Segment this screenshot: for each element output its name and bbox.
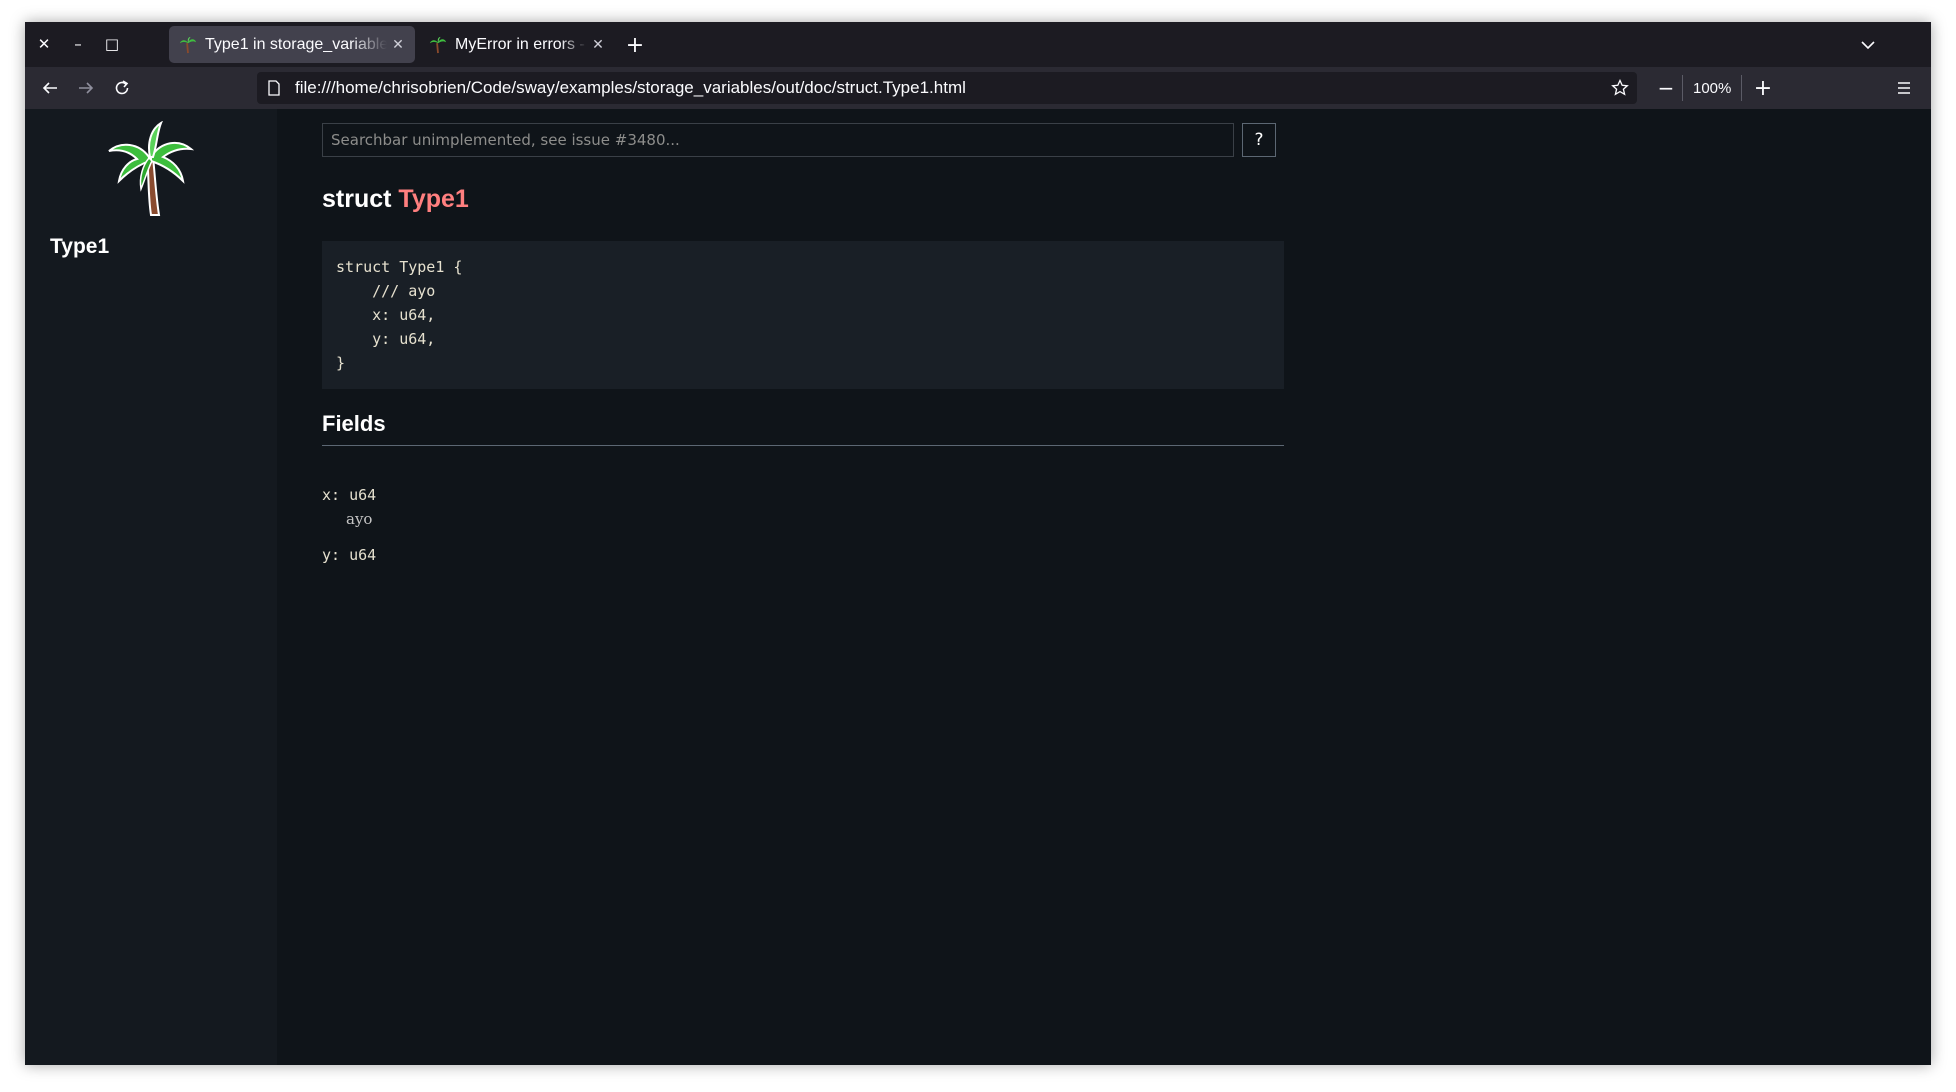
help-button[interactable]: ? bbox=[1242, 123, 1276, 157]
page-content: Type1 ? struct Type1 struct Type1 { /// … bbox=[25, 109, 1931, 1065]
field-y: y: u64 bbox=[322, 546, 377, 564]
navigation-toolbar: file:///home/chrisobrien/Code/sway/examp… bbox=[25, 67, 1931, 109]
maximize-icon: □ bbox=[104, 35, 120, 53]
close-icon: ✕ bbox=[37, 35, 51, 53]
tab-type1[interactable]: Type1 in storage_variables - Sway ✕ bbox=[169, 26, 415, 63]
plus-icon: + bbox=[1753, 75, 1773, 101]
code-line: } bbox=[336, 354, 346, 372]
search-row: ? bbox=[322, 123, 1284, 157]
arrow-right-icon bbox=[79, 82, 94, 94]
reload-icon bbox=[115, 80, 129, 95]
new-tab-button[interactable]: + bbox=[622, 32, 648, 58]
tab-title: Type1 in storage_variables - Sway bbox=[205, 35, 387, 53]
palm-tree-icon bbox=[108, 121, 195, 216]
plus-icon: + bbox=[625, 32, 645, 58]
browser-window: ✕ – □ Type1 in storage_variables - Sway … bbox=[25, 22, 1931, 1065]
hamburger-menu-icon bbox=[1898, 82, 1910, 94]
tab-close-icon[interactable]: ✕ bbox=[387, 36, 409, 53]
code-line: y: u64, bbox=[336, 330, 436, 348]
address-bar[interactable]: file:///home/chrisobrien/Code/sway/examp… bbox=[257, 72, 1637, 104]
code-line: struct Type1 { bbox=[336, 258, 463, 276]
zoom-out-button[interactable]: − bbox=[1653, 75, 1679, 101]
page-title: struct Type1 bbox=[322, 185, 469, 214]
window-close-button[interactable]: ✕ bbox=[32, 32, 56, 56]
window-maximize-button[interactable]: □ bbox=[100, 32, 124, 56]
page-icon bbox=[267, 80, 287, 96]
code-block: struct Type1 { /// ayo x: u64, y: u64,} bbox=[322, 241, 1284, 389]
tab-title: MyError in errors - Sway bbox=[455, 35, 587, 53]
forward-button[interactable] bbox=[73, 75, 99, 101]
chevron-down-icon bbox=[1861, 41, 1875, 50]
code-line: x: u64, bbox=[336, 306, 436, 324]
fields-heading: Fields bbox=[322, 411, 1284, 446]
tab-close-icon[interactable]: ✕ bbox=[587, 36, 609, 53]
minimize-icon: – bbox=[74, 35, 82, 53]
back-button[interactable] bbox=[37, 75, 63, 101]
zoom-in-button[interactable]: + bbox=[1750, 75, 1776, 101]
palm-tree-icon bbox=[179, 36, 197, 53]
sidebar-title[interactable]: Type1 bbox=[50, 235, 109, 259]
tab-myerror[interactable]: MyError in errors - Sway ✕ bbox=[419, 26, 615, 63]
arrow-left-icon bbox=[42, 82, 57, 94]
field-x-doc: ayo bbox=[346, 510, 373, 528]
reload-button[interactable] bbox=[109, 75, 135, 101]
minus-icon: − bbox=[1657, 76, 1675, 100]
tab-strip: ✕ – □ Type1 in storage_variables - Sway … bbox=[25, 22, 1931, 67]
list-all-tabs-button[interactable] bbox=[1855, 32, 1881, 58]
sidebar: Type1 bbox=[25, 109, 277, 1065]
struct-name: Type1 bbox=[398, 185, 469, 213]
search-input[interactable] bbox=[322, 123, 1234, 157]
url-text[interactable]: file:///home/chrisobrien/Code/sway/examp… bbox=[295, 78, 966, 98]
zoom-level[interactable]: 100% bbox=[1682, 75, 1743, 101]
window-minimize-button[interactable]: – bbox=[66, 32, 90, 56]
code-line: /// ayo bbox=[336, 282, 436, 300]
app-menu-button[interactable] bbox=[1891, 75, 1917, 101]
bookmark-star-icon[interactable] bbox=[1609, 77, 1631, 99]
field-x: x: u64 bbox=[322, 486, 377, 504]
item-kind: struct bbox=[322, 185, 392, 213]
palm-tree-icon bbox=[429, 36, 447, 53]
